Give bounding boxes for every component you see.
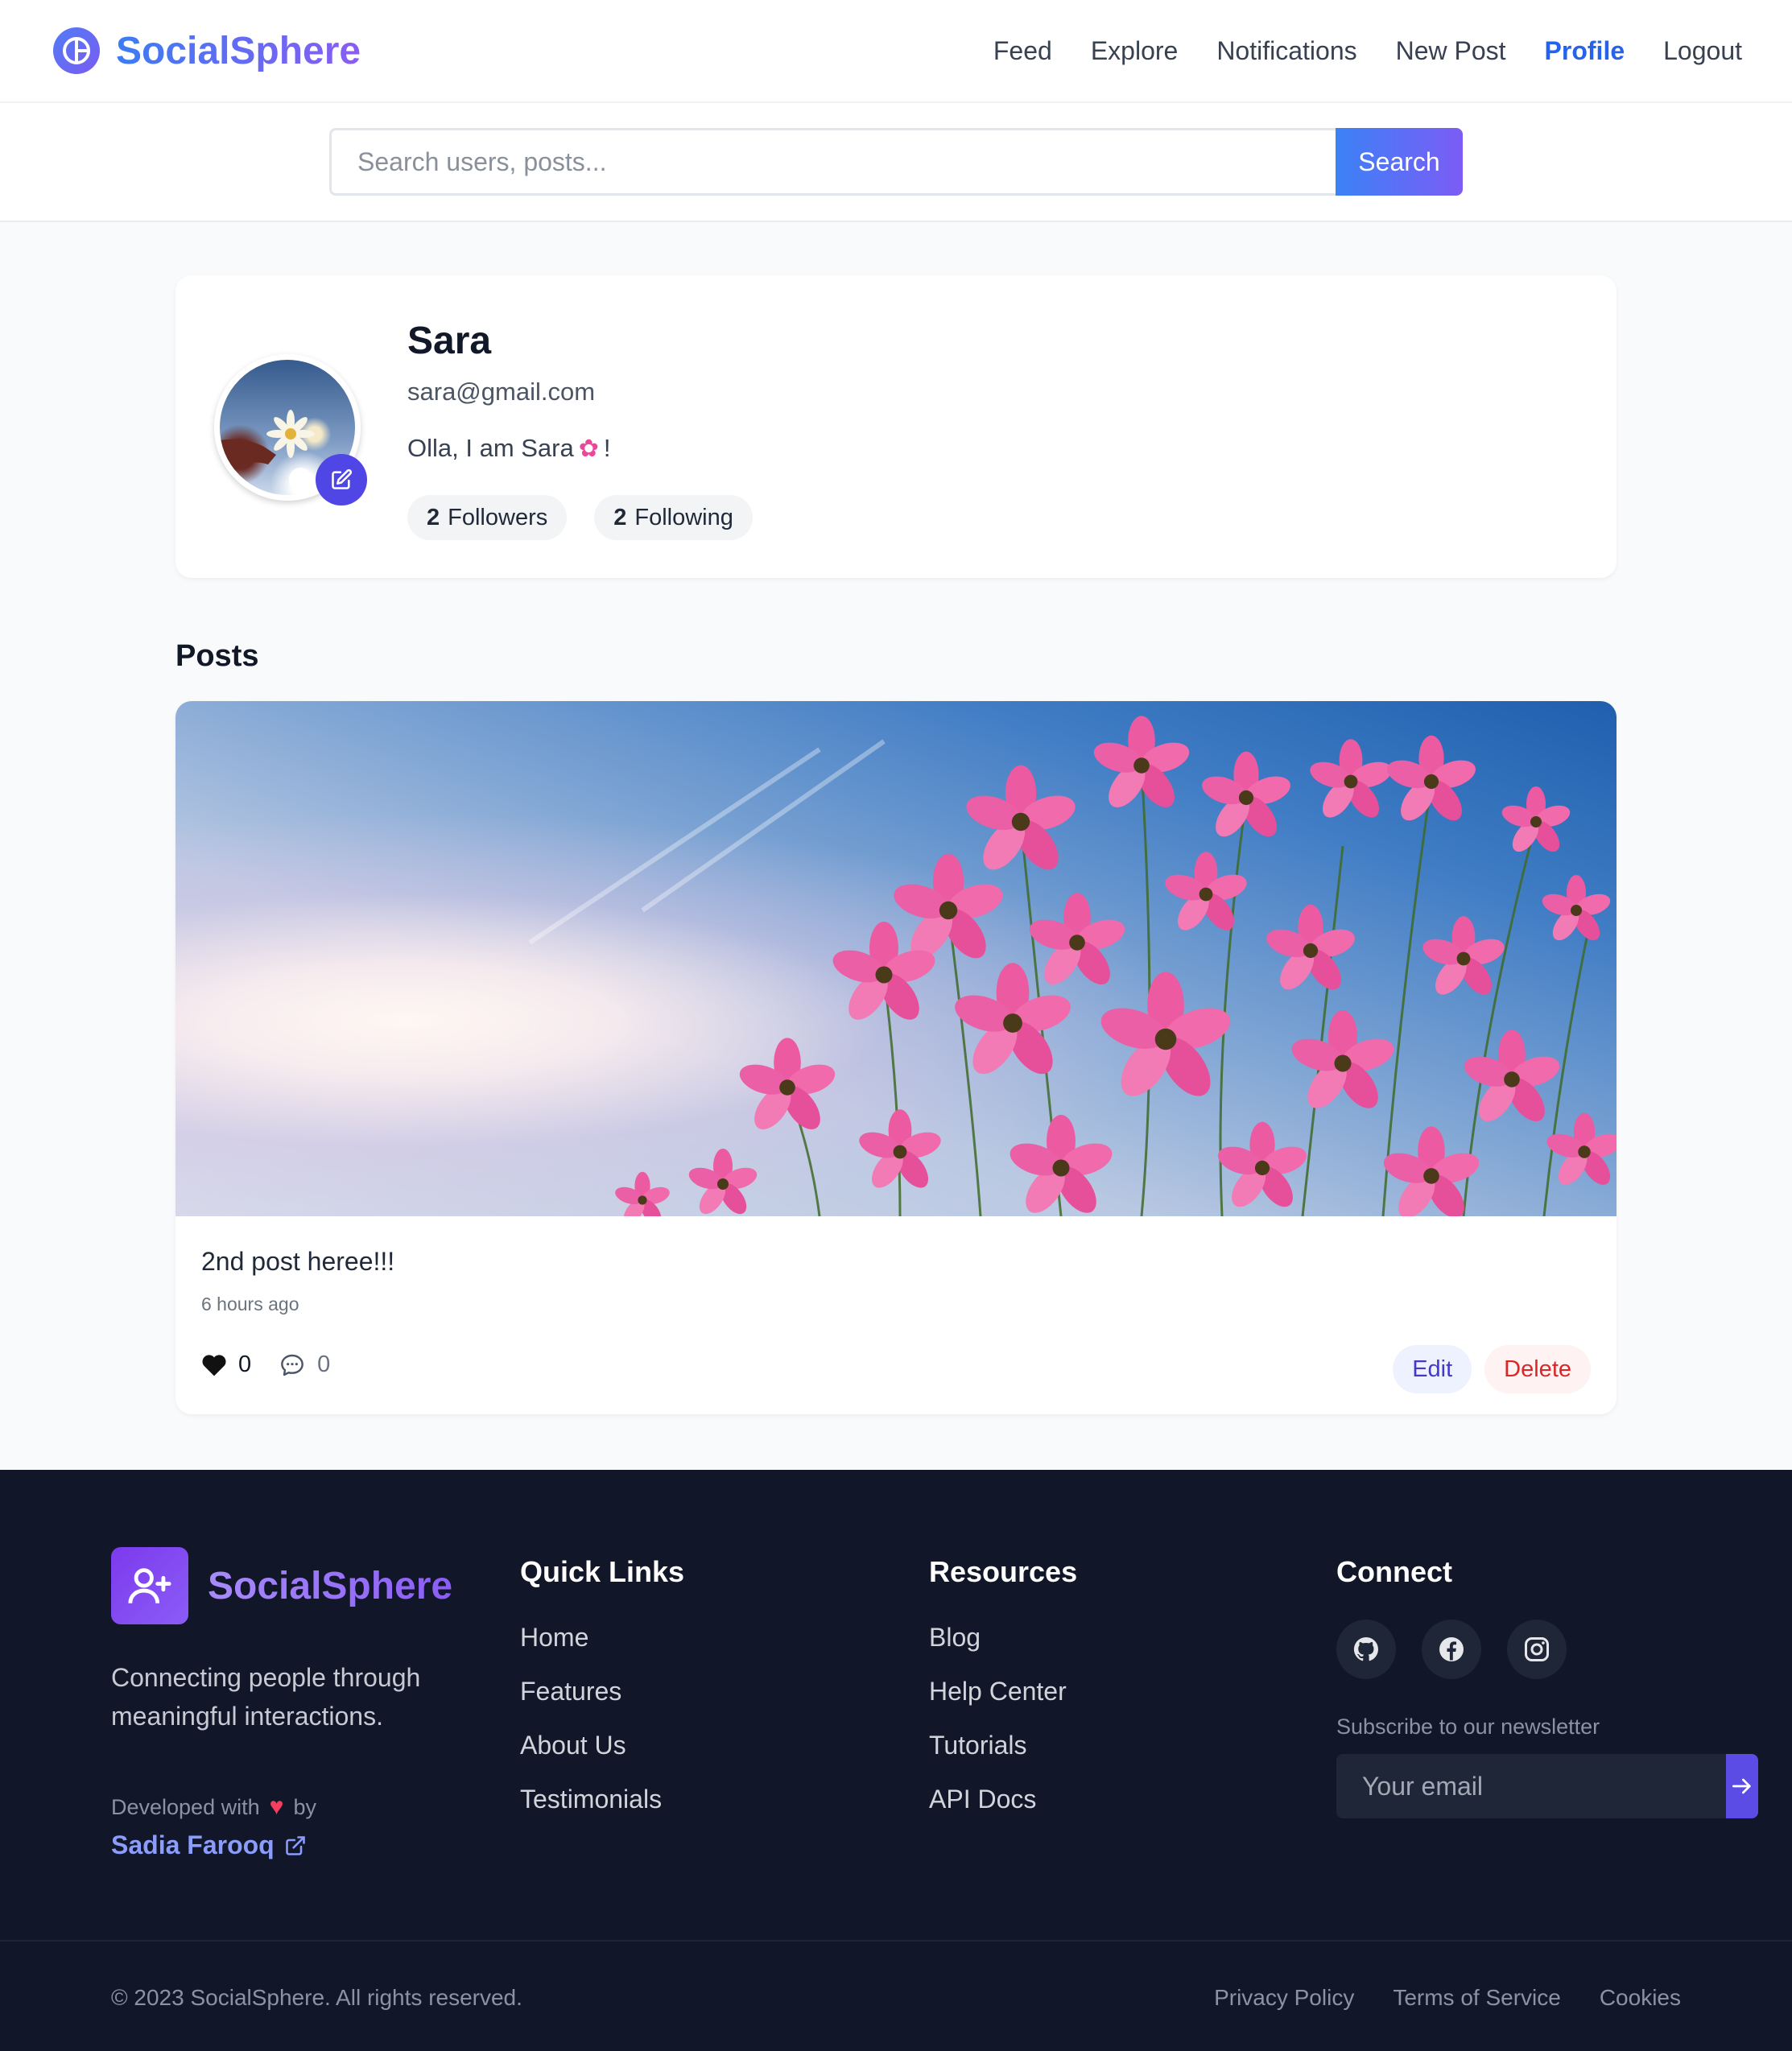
- profile-name: Sara: [407, 320, 492, 362]
- footer-tagline: Connecting people through meaningful int…: [111, 1663, 421, 1731]
- connect-column: Connect Subscribe to our newsletter Your…: [1336, 1547, 1758, 1818]
- resources-heading: Resources: [929, 1555, 1078, 1588]
- footer-link-about[interactable]: About Us: [520, 1731, 684, 1760]
- following-pill[interactable]: 2 Following: [594, 495, 753, 540]
- profile-bio-suffix: !: [603, 434, 611, 462]
- nav-link-new-post[interactable]: New Post: [1396, 36, 1506, 66]
- like-count: 0: [238, 1352, 252, 1377]
- footer-link-testimonials[interactable]: Testimonials: [520, 1785, 684, 1814]
- nav-link-logout[interactable]: Logout: [1663, 36, 1742, 66]
- following-label: Following: [634, 504, 733, 530]
- github-link[interactable]: [1336, 1620, 1396, 1679]
- profile-card: Sara sara@gmail.com Olla, I am Sara ✿ ! …: [175, 275, 1617, 578]
- facebook-icon: [1439, 1637, 1464, 1661]
- footer-link-tutorials[interactable]: Tutorials: [929, 1731, 1077, 1760]
- user-plus-icon: [111, 1547, 188, 1624]
- post-actions: 0 0: [201, 1352, 330, 1378]
- posts-heading: Posts: [175, 639, 259, 673]
- comment-icon: [281, 1354, 304, 1376]
- footer-link-features[interactable]: Features: [520, 1677, 684, 1706]
- heart-icon: ♥: [269, 1793, 284, 1820]
- search-button[interactable]: Search: [1336, 128, 1463, 196]
- edit-icon: [332, 468, 353, 489]
- footer-link-api-docs[interactable]: API Docs: [929, 1785, 1077, 1814]
- newsletter-submit-button[interactable]: [1726, 1754, 1758, 1818]
- external-link-icon: [285, 1835, 305, 1855]
- author-link[interactable]: Sadia Farooq: [111, 1830, 457, 1860]
- profile-bio: Olla, I am Sara ✿ !: [407, 434, 753, 463]
- profile-info: Sara sara@gmail.com Olla, I am Sara ✿ ! …: [407, 319, 753, 540]
- brand-name: SocialSphere: [116, 29, 361, 72]
- newsletter-form: [1336, 1754, 1758, 1818]
- search-input[interactable]: [329, 128, 1336, 196]
- main-content: Sara sara@gmail.com Olla, I am Sara ✿ ! …: [175, 222, 1617, 1414]
- footer-link-blog[interactable]: Blog: [929, 1623, 1077, 1653]
- followers-count: 2: [427, 504, 440, 530]
- comment-button[interactable]: 0: [279, 1352, 330, 1378]
- search-bar: Search: [0, 103, 1792, 222]
- nav-link-notifications[interactable]: Notifications: [1216, 36, 1356, 66]
- flower-emoji-icon: ✿: [578, 435, 599, 462]
- search-form: Search: [329, 128, 1463, 196]
- nav-link-explore[interactable]: Explore: [1091, 36, 1179, 66]
- footer-brand[interactable]: SocialSphere: [111, 1547, 457, 1624]
- post-image[interactable]: [175, 701, 1617, 1216]
- github-icon: [1353, 1636, 1378, 1661]
- top-navbar: SocialSphere Feed Explore Notifications …: [0, 0, 1792, 103]
- terms-of-service-link[interactable]: Terms of Service: [1393, 1985, 1561, 2011]
- footer: SocialSphere Connecting people through m…: [0, 1470, 1792, 2051]
- edit-avatar-button[interactable]: [316, 454, 367, 506]
- profile-bio-text: Olla, I am Sara: [407, 434, 574, 462]
- logo-icon: [53, 27, 100, 74]
- following-count: 2: [613, 504, 627, 530]
- social-links: [1336, 1620, 1681, 1679]
- post-timestamp: 6 hours ago: [201, 1294, 299, 1314]
- privacy-policy-link[interactable]: Privacy Policy: [1214, 1985, 1354, 2011]
- footer-link-home[interactable]: Home: [520, 1623, 684, 1653]
- facebook-link[interactable]: [1422, 1620, 1481, 1679]
- instagram-icon: [1525, 1637, 1549, 1661]
- post-owner-actions: Edit Delete: [1393, 1345, 1591, 1393]
- footer-brand-column: SocialSphere Connecting people through m…: [111, 1547, 457, 1860]
- profile-email: sara@gmail.com: [407, 378, 596, 406]
- brand[interactable]: SocialSphere: [53, 27, 361, 74]
- resources-column: Resources Blog Help Center Tutorials API…: [929, 1547, 1077, 1814]
- developed-by: Developed with ♥ by: [111, 1793, 457, 1821]
- newsletter-email-input[interactable]: [1336, 1754, 1726, 1818]
- footer-brand-name: SocialSphere: [208, 1564, 453, 1607]
- dev-suffix: by: [293, 1794, 316, 1819]
- followers-pill[interactable]: 2 Followers: [407, 495, 568, 540]
- cookies-link[interactable]: Cookies: [1600, 1985, 1681, 2011]
- delete-post-button[interactable]: Delete: [1484, 1345, 1591, 1393]
- post-card: 2nd post heree!!! 6 hours ago 0 0 Edit D…: [175, 701, 1617, 1414]
- newsletter-label: Subscribe to our newsletter: [1336, 1715, 1600, 1739]
- instagram-link[interactable]: [1507, 1620, 1567, 1679]
- followers-label: Followers: [448, 504, 548, 530]
- profile-stats: 2 Followers 2 Following: [407, 495, 753, 540]
- post-caption: 2nd post heree!!!: [201, 1247, 395, 1276]
- dev-prefix: Developed with: [111, 1794, 260, 1819]
- author-name: Sadia Farooq: [111, 1830, 275, 1859]
- quick-links-column: Quick Links Home Features About Us Testi…: [520, 1547, 684, 1814]
- comment-count: 0: [317, 1352, 331, 1377]
- like-button[interactable]: 0: [201, 1352, 251, 1378]
- footer-link-help-center[interactable]: Help Center: [929, 1677, 1077, 1706]
- copyright: © 2023 SocialSphere. All rights reserved…: [111, 1985, 522, 2010]
- nav-link-feed[interactable]: Feed: [993, 36, 1052, 66]
- arrow-right-icon: [1732, 1778, 1751, 1794]
- legal-links: Privacy Policy Terms of Service Cookies: [1214, 1985, 1681, 2011]
- footer-divider: [0, 1940, 1792, 1942]
- connect-heading: Connect: [1336, 1555, 1452, 1588]
- heart-icon: [202, 1354, 226, 1376]
- nav-links: Feed Explore Notifications New Post Prof…: [993, 36, 1742, 66]
- avatar-container: [214, 354, 367, 506]
- edit-post-button[interactable]: Edit: [1393, 1345, 1472, 1393]
- cosmos-flowers-photo: [528, 716, 1617, 1216]
- quick-links-heading: Quick Links: [520, 1555, 685, 1588]
- nav-link-profile[interactable]: Profile: [1545, 36, 1625, 66]
